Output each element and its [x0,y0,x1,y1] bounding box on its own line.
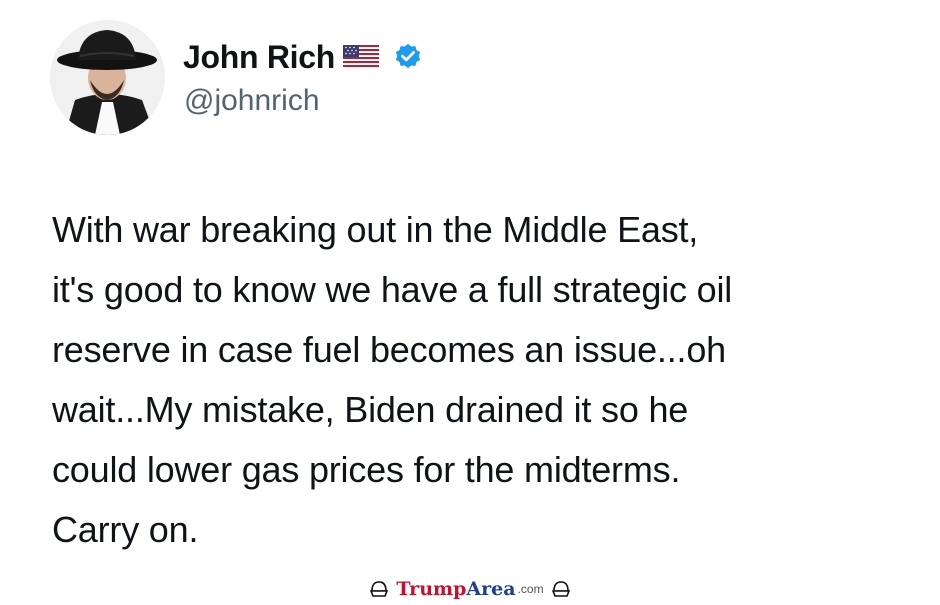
tweet-text: With war breaking out in the Middle East… [52,209,733,550]
watermark-logo: Trump Area .com [396,578,543,600]
verified-badge-icon [393,42,423,72]
avatar-image [50,20,165,135]
cap-icon [368,578,390,600]
watermark-brand-part1: Trump [396,578,467,600]
watermark: Trump Area .com [0,576,940,602]
watermark-brand-part2: Area [466,578,516,600]
us-flag-icon [342,45,379,69]
cap-icon [550,578,572,600]
author-display-name[interactable]: John Rich [183,39,335,76]
author-name-row: John Rich [183,34,423,80]
avatar[interactable] [50,20,165,135]
tweet-card: John Rich @johnrich With war breaking ou… [0,0,940,605]
watermark-brand-suffix: .com [517,582,544,596]
author-handle[interactable]: @johnrich [184,84,320,118]
